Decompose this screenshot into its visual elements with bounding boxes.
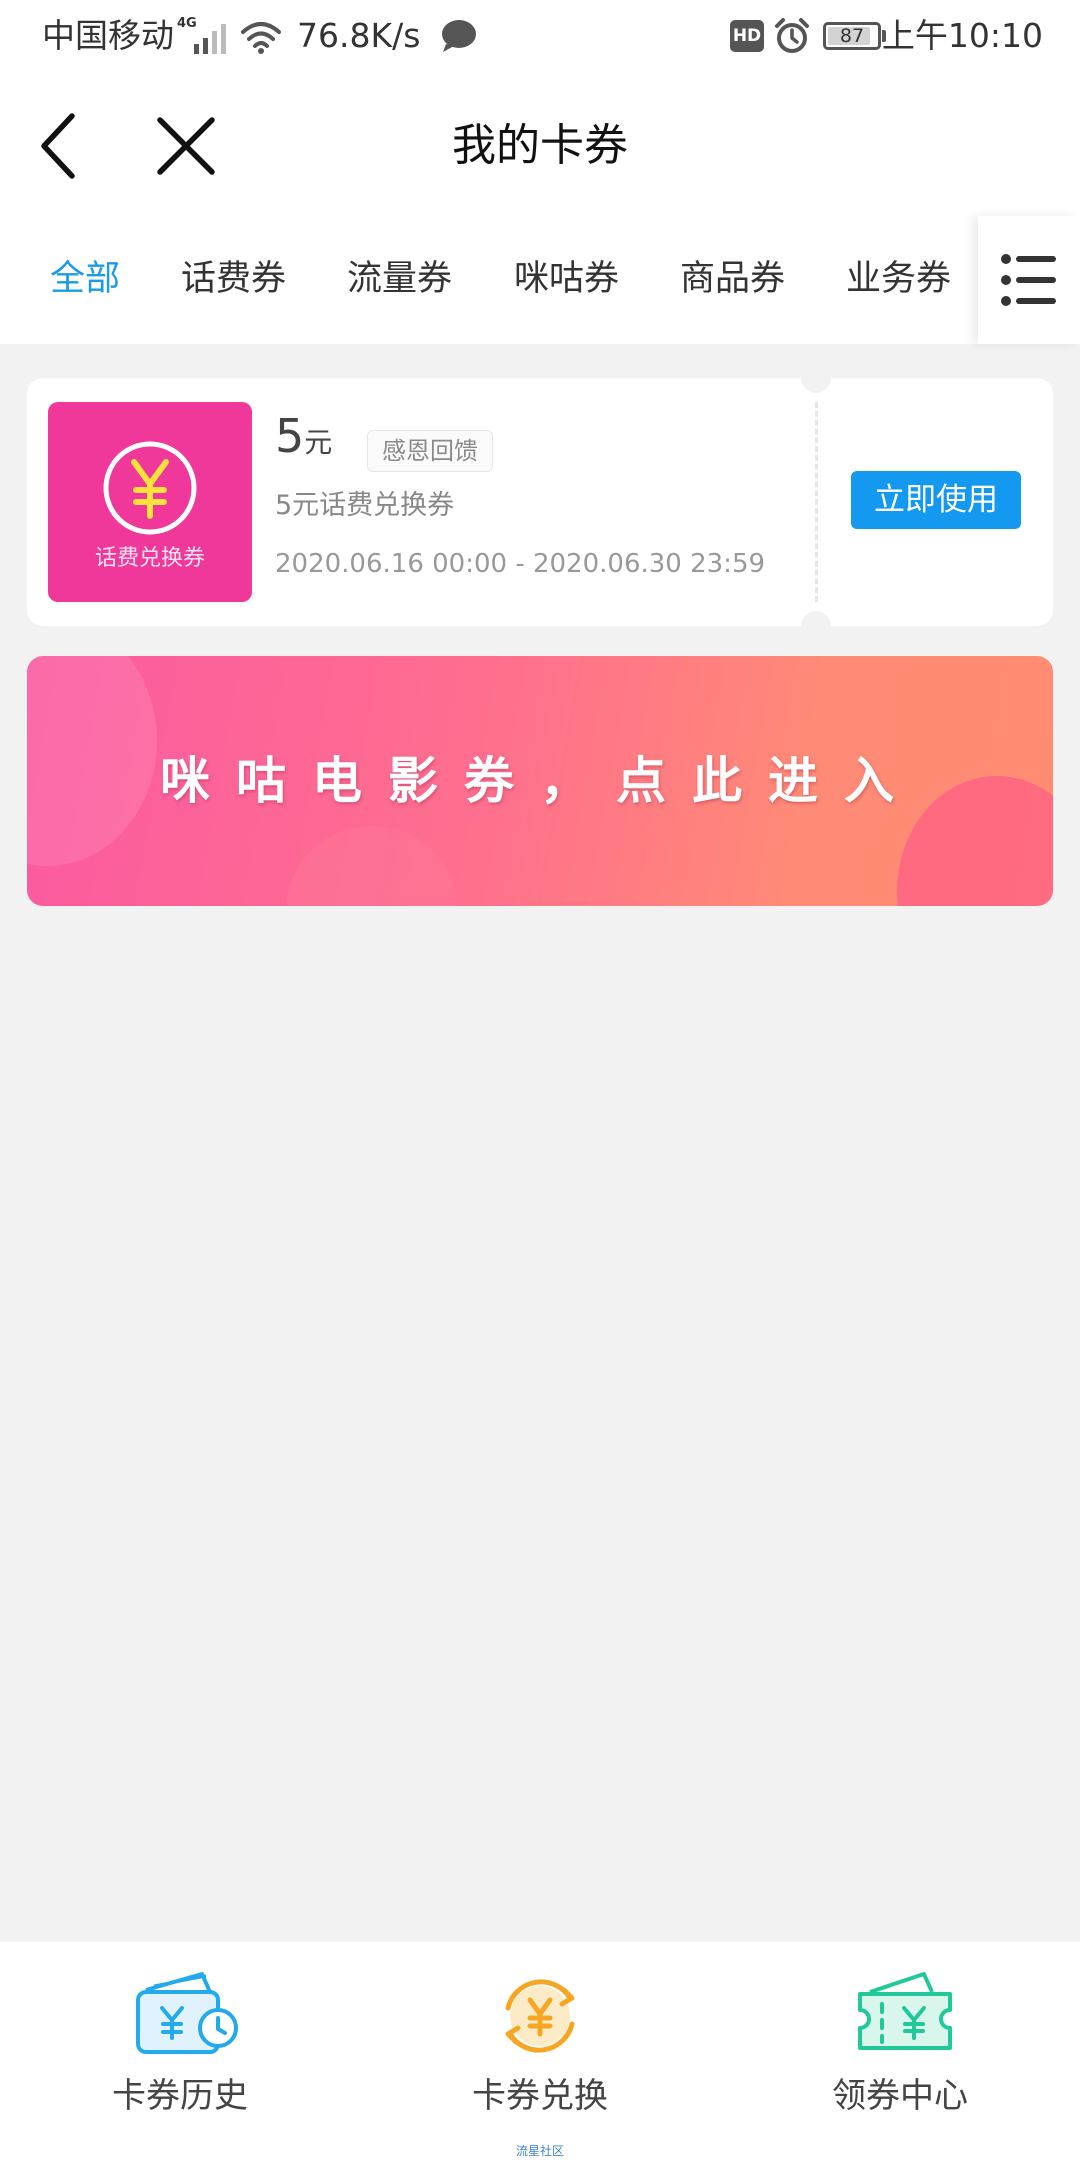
tab-migu[interactable]: 咪咕券 <box>514 254 619 304</box>
list-menu-icon <box>1001 254 1056 306</box>
carrier-name: 中国移动 <box>42 16 174 55</box>
bottom-nav-coupon-center[interactable]: 领券中心 <box>780 1968 1020 2128</box>
alarm-icon <box>775 18 809 53</box>
bottom-nav-coupon-center-label: 领券中心 <box>832 2076 968 2116</box>
coupon-thumb-label: 话费兑换券 <box>94 546 205 571</box>
coupon-amount-unit: 元 <box>304 426 333 459</box>
coupon-name: 5元话费兑换券 <box>275 490 455 521</box>
battery-icon: 87 <box>823 22 881 50</box>
hd-badge: HD <box>730 20 764 52</box>
battery-percent: 87 <box>839 25 865 47</box>
coupon-notch <box>801 363 831 393</box>
watermark: 流星社区 <box>515 2144 564 2158</box>
tab-data[interactable]: 流量券 <box>347 254 452 304</box>
ticket-yuan-icon <box>858 1972 952 2050</box>
coupon-validity: 2020.06.16 00:00 - 2020.06.30 23:59 <box>275 549 766 579</box>
coupon-tag: 感恩回馈 <box>367 430 493 472</box>
tab-phone-credit[interactable]: 话费券 <box>181 254 286 304</box>
exchange-yuan-icon <box>505 1979 575 2053</box>
bottom-nav-history[interactable]: 卡券历史 <box>60 1968 300 2128</box>
page-title: 我的卡券 <box>452 120 628 171</box>
coupon-divider <box>815 402 818 602</box>
tab-service[interactable]: 业务券 <box>846 254 951 304</box>
coupon-card[interactable]: 话费兑换券 5元 感恩回馈 5元话费兑换券 2020.06.16 00:00 -… <box>27 363 1053 641</box>
status-bar: 中国移动 4G 76.8K/s HD 87 上午10:10 <box>0 0 1080 76</box>
message-icon <box>442 20 476 52</box>
bottom-nav-exchange[interactable]: 卡券兑换 <box>420 1968 660 2128</box>
tab-all[interactable]: 全部 <box>50 254 120 304</box>
use-now-button[interactable]: 立即使用 <box>851 471 1021 529</box>
signal-icon <box>194 24 226 54</box>
bottom-nav-history-label: 卡券历史 <box>112 2076 248 2116</box>
coupon-amount-value: 5 <box>275 409 305 463</box>
wallet-history-icon <box>136 1972 238 2054</box>
wifi-icon <box>241 22 281 54</box>
bottom-nav: 卡券历史 卡券兑换 领券中心 流星社区 <box>0 1942 1080 2160</box>
coupon-notch <box>801 611 831 641</box>
coupon-category-tabs: 全部 话费券 流量券 咪咕券 商品券 业务券 <box>0 216 1080 344</box>
network-speed: 76.8K/s <box>297 16 421 55</box>
bottom-nav-exchange-label: 卡券兑换 <box>472 2076 608 2116</box>
coupon-thumbnail: 话费兑换券 <box>48 402 252 602</box>
header: 我的卡券 <box>0 76 1080 216</box>
banner-decoration <box>287 826 457 906</box>
tab-menu-button[interactable] <box>978 216 1080 344</box>
coupon-amount: 5元 <box>275 408 332 471</box>
migu-movie-banner[interactable]: 咪咕电影券，点此进入 <box>27 656 1053 906</box>
yuan-coin-icon <box>103 441 197 535</box>
clock: 上午10:10 <box>881 16 1043 55</box>
banner-text: 咪咕电影券，点此进入 <box>160 751 920 810</box>
tab-goods[interactable]: 商品券 <box>680 254 785 304</box>
